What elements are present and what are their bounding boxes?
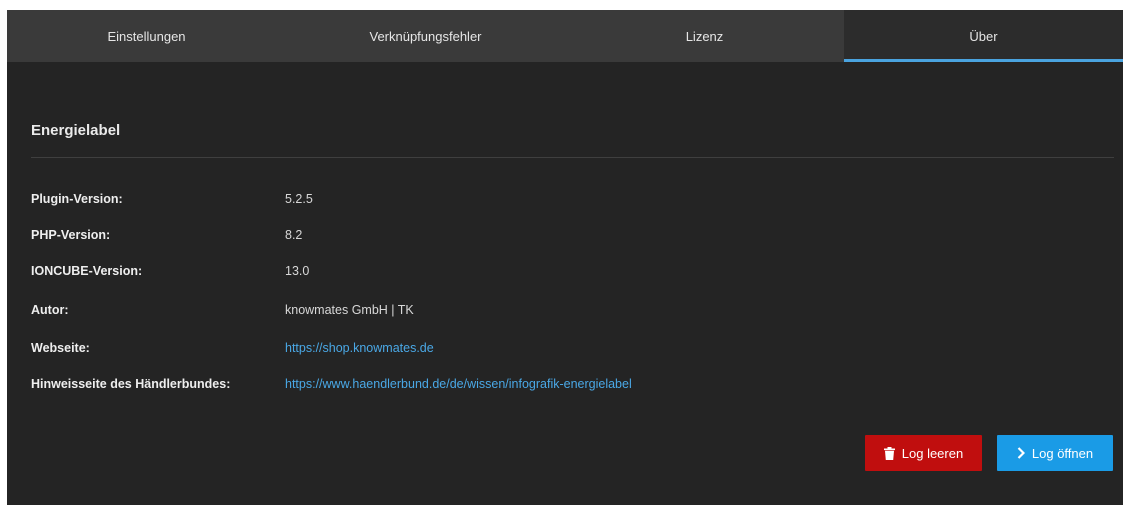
tab-ueber[interactable]: Über xyxy=(844,10,1123,62)
info-value: knowmates GmbH | TK xyxy=(285,303,414,317)
trash-icon xyxy=(883,446,895,460)
info-label: IONCUBE-Version: xyxy=(31,264,143,278)
info-label: Hinweisseite des Händlerbundes: xyxy=(31,377,231,391)
tab-verknuepfungsfehler[interactable]: Verknüpfungsfehler xyxy=(286,10,565,62)
tab-einstellungen[interactable]: Einstellungen xyxy=(7,10,286,62)
clear-log-button[interactable]: Log leeren xyxy=(865,435,982,471)
info-value: 8.2 xyxy=(285,228,303,242)
divider xyxy=(31,157,1114,158)
info-row-php-version: PHP-Version: 8.2 xyxy=(31,225,302,245)
tab-lizenz[interactable]: Lizenz xyxy=(565,10,844,62)
about-panel: Einstellungen Verknüpfungsfehler Lizenz … xyxy=(7,10,1123,505)
info-value: 5.2.5 xyxy=(285,192,313,206)
open-log-button[interactable]: Log öffnen xyxy=(997,435,1113,471)
info-label: PHP-Version: xyxy=(31,228,111,242)
clear-log-label: Log leeren xyxy=(901,445,964,461)
tab-label: Verknüpfungsfehler xyxy=(369,28,482,44)
tab-label: Einstellungen xyxy=(107,28,186,44)
info-label: Plugin-Version: xyxy=(31,192,123,206)
info-row-website: Webseite: https://shop.knowmates.de xyxy=(31,338,434,358)
tab-label: Über xyxy=(969,28,998,44)
info-label: Webseite: xyxy=(31,341,90,355)
info-row-ioncube-version: IONCUBE-Version: 13.0 xyxy=(31,261,309,281)
open-log-label: Log öffnen xyxy=(1031,445,1094,461)
info-label: Autor: xyxy=(31,303,69,317)
website-link[interactable]: https://shop.knowmates.de xyxy=(285,341,434,355)
tab-bar: Einstellungen Verknüpfungsfehler Lizenz … xyxy=(7,10,1123,62)
info-row-haendlerbund: Hinweisseite des Händlerbundes: https://… xyxy=(31,374,632,394)
haendlerbund-link[interactable]: https://www.haendlerbund.de/de/wissen/in… xyxy=(285,377,632,391)
info-row-plugin-version: Plugin-Version: 5.2.5 xyxy=(31,189,313,209)
info-value: 13.0 xyxy=(285,264,310,278)
section-title: Energielabel xyxy=(31,122,121,139)
info-row-author: Autor: knowmates GmbH | TK xyxy=(31,300,414,320)
tab-label: Lizenz xyxy=(685,28,724,44)
chevron-right-icon xyxy=(1017,447,1025,459)
